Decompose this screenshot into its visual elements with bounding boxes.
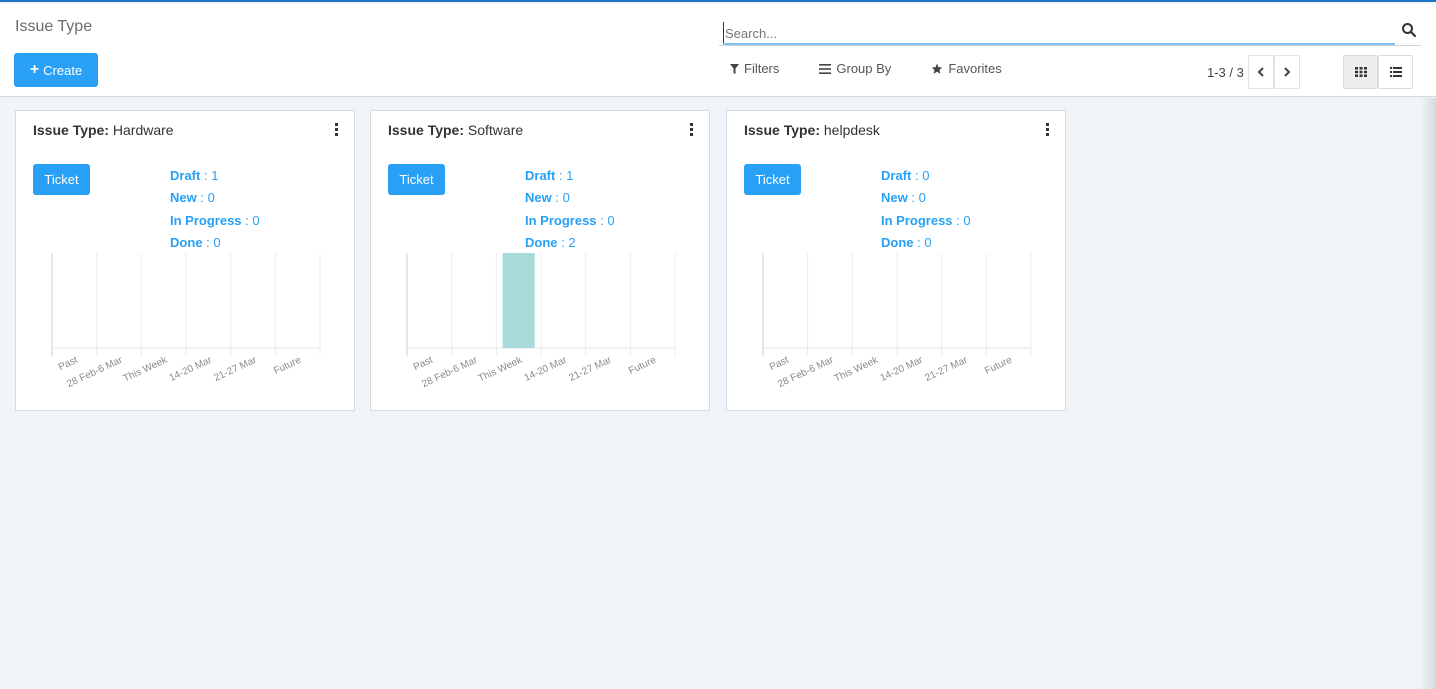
- x-tick-label: Past: [768, 355, 791, 374]
- card-title-value: Software: [467, 122, 524, 138]
- kanban-view-button[interactable]: [1343, 55, 1378, 89]
- breadcrumb: Issue Type: [15, 18, 93, 35]
- search-options: Filters Group By Favorites: [730, 61, 1002, 76]
- x-tick-label: 21-27 Mar: [212, 354, 259, 384]
- plus-icon: +: [29, 61, 40, 78]
- pager-next-button[interactable]: [1273, 55, 1300, 89]
- group-by-label: Group By: [836, 61, 892, 76]
- kanban-card-hardware[interactable]: Issue Type: Hardware Ticket Draft : 1 Ne…: [15, 110, 355, 411]
- search-input[interactable]: [723, 22, 1393, 44]
- chevron-right-icon: [1284, 67, 1291, 77]
- stat-draft[interactable]: Draft : 1: [170, 167, 260, 189]
- x-tick-label: Past: [57, 355, 80, 374]
- grid-icon: [1354, 67, 1367, 77]
- stat-draft[interactable]: Draft : 0: [881, 167, 971, 189]
- search-icon[interactable]: [1401, 22, 1417, 38]
- stat-new[interactable]: New : 0: [881, 189, 971, 211]
- kanban-card-helpdesk[interactable]: Issue Type: helpdesk Ticket Draft : 0 Ne…: [726, 110, 1066, 411]
- control-panel: Issue Type + Create Filters Group By: [0, 4, 1436, 97]
- stat-draft[interactable]: Draft : 1: [525, 167, 615, 189]
- stat-new[interactable]: New : 0: [525, 189, 615, 211]
- bars-icon: [819, 63, 832, 74]
- card-menu-icon[interactable]: [687, 123, 695, 139]
- x-tick-label: 14-20 Mar: [879, 354, 926, 384]
- x-tick-label: This Week: [833, 354, 881, 384]
- pager-value[interactable]: 1-3 / 3: [1207, 65, 1244, 80]
- card-stats: Draft : 1 New : 0 In Progress : 0 Done :…: [525, 167, 615, 256]
- card-title-label: Issue Type:: [744, 122, 820, 138]
- stat-new[interactable]: New : 0: [170, 189, 260, 211]
- card-title-value: helpdesk: [823, 122, 880, 138]
- card-stats: Draft : 1 New : 0 In Progress : 0 Done :…: [170, 167, 260, 256]
- card-menu-icon[interactable]: [1043, 123, 1051, 139]
- kanban-card-software[interactable]: Issue Type: Software Ticket Draft : 1 Ne…: [370, 110, 710, 411]
- favorites-dropdown[interactable]: Favorites: [931, 61, 1002, 76]
- x-tick-label: Future: [272, 355, 303, 377]
- search-bar: [719, 18, 1421, 46]
- pager: 1-3 / 3: [1207, 55, 1300, 89]
- list-view-button[interactable]: [1378, 55, 1413, 89]
- stat-in-progress[interactable]: In Progress : 0: [525, 212, 615, 234]
- x-tick-label: 21-27 Mar: [923, 354, 970, 384]
- pager-previous-button[interactable]: [1247, 55, 1274, 89]
- card-menu-icon[interactable]: [332, 123, 340, 139]
- card-title-value: Hardware: [112, 122, 174, 138]
- x-tick-label: Future: [983, 355, 1014, 377]
- ticket-button[interactable]: Ticket: [388, 164, 445, 195]
- search-focus-underline: [723, 43, 1395, 45]
- create-button[interactable]: + Create: [14, 53, 98, 87]
- graph-helpdesk: Past28 Feb-6 MarThis Week14-20 Mar21-27 …: [762, 253, 1032, 390]
- filter-icon: [730, 63, 739, 74]
- card-title: Issue Type: helpdesk: [744, 122, 880, 138]
- bar-this-week: [502, 253, 535, 348]
- filters-dropdown[interactable]: Filters: [730, 61, 779, 76]
- card-title: Issue Type: Hardware: [33, 122, 174, 138]
- x-tick-label: This Week: [122, 354, 170, 384]
- card-title-label: Issue Type:: [33, 122, 109, 138]
- graph-hardware: Past28 Feb-6 MarThis Week14-20 Mar21-27 …: [51, 253, 321, 390]
- card-title-label: Issue Type:: [388, 122, 464, 138]
- graph-software: Past28 Feb-6 MarThis Week14-20 Mar21-27 …: [406, 253, 676, 390]
- x-tick-label: 14-20 Mar: [168, 354, 215, 384]
- card-stats: Draft : 0 New : 0 In Progress : 0 Done :…: [881, 167, 971, 256]
- chevron-left-icon: [1257, 67, 1264, 77]
- card-title: Issue Type: Software: [388, 122, 523, 138]
- stat-in-progress[interactable]: In Progress : 0: [170, 212, 260, 234]
- x-tick-label: This Week: [477, 354, 525, 384]
- ticket-button[interactable]: Ticket: [33, 164, 90, 195]
- x-tick-label: Past: [412, 355, 435, 374]
- group-by-dropdown[interactable]: Group By: [819, 61, 891, 76]
- list-icon: [1389, 67, 1402, 77]
- stat-in-progress[interactable]: In Progress : 0: [881, 212, 971, 234]
- favorites-label: Favorites: [948, 61, 1002, 76]
- x-tick-label: 21-27 Mar: [567, 354, 614, 384]
- ticket-button[interactable]: Ticket: [744, 164, 801, 195]
- x-tick-label: Future: [627, 355, 658, 377]
- create-label: Create: [43, 62, 83, 78]
- view-switcher: [1343, 55, 1413, 89]
- star-icon: [932, 63, 943, 74]
- x-tick-label: 14-20 Mar: [523, 354, 570, 384]
- filters-label: Filters: [744, 61, 780, 76]
- scrollbar-shade: [1420, 98, 1436, 689]
